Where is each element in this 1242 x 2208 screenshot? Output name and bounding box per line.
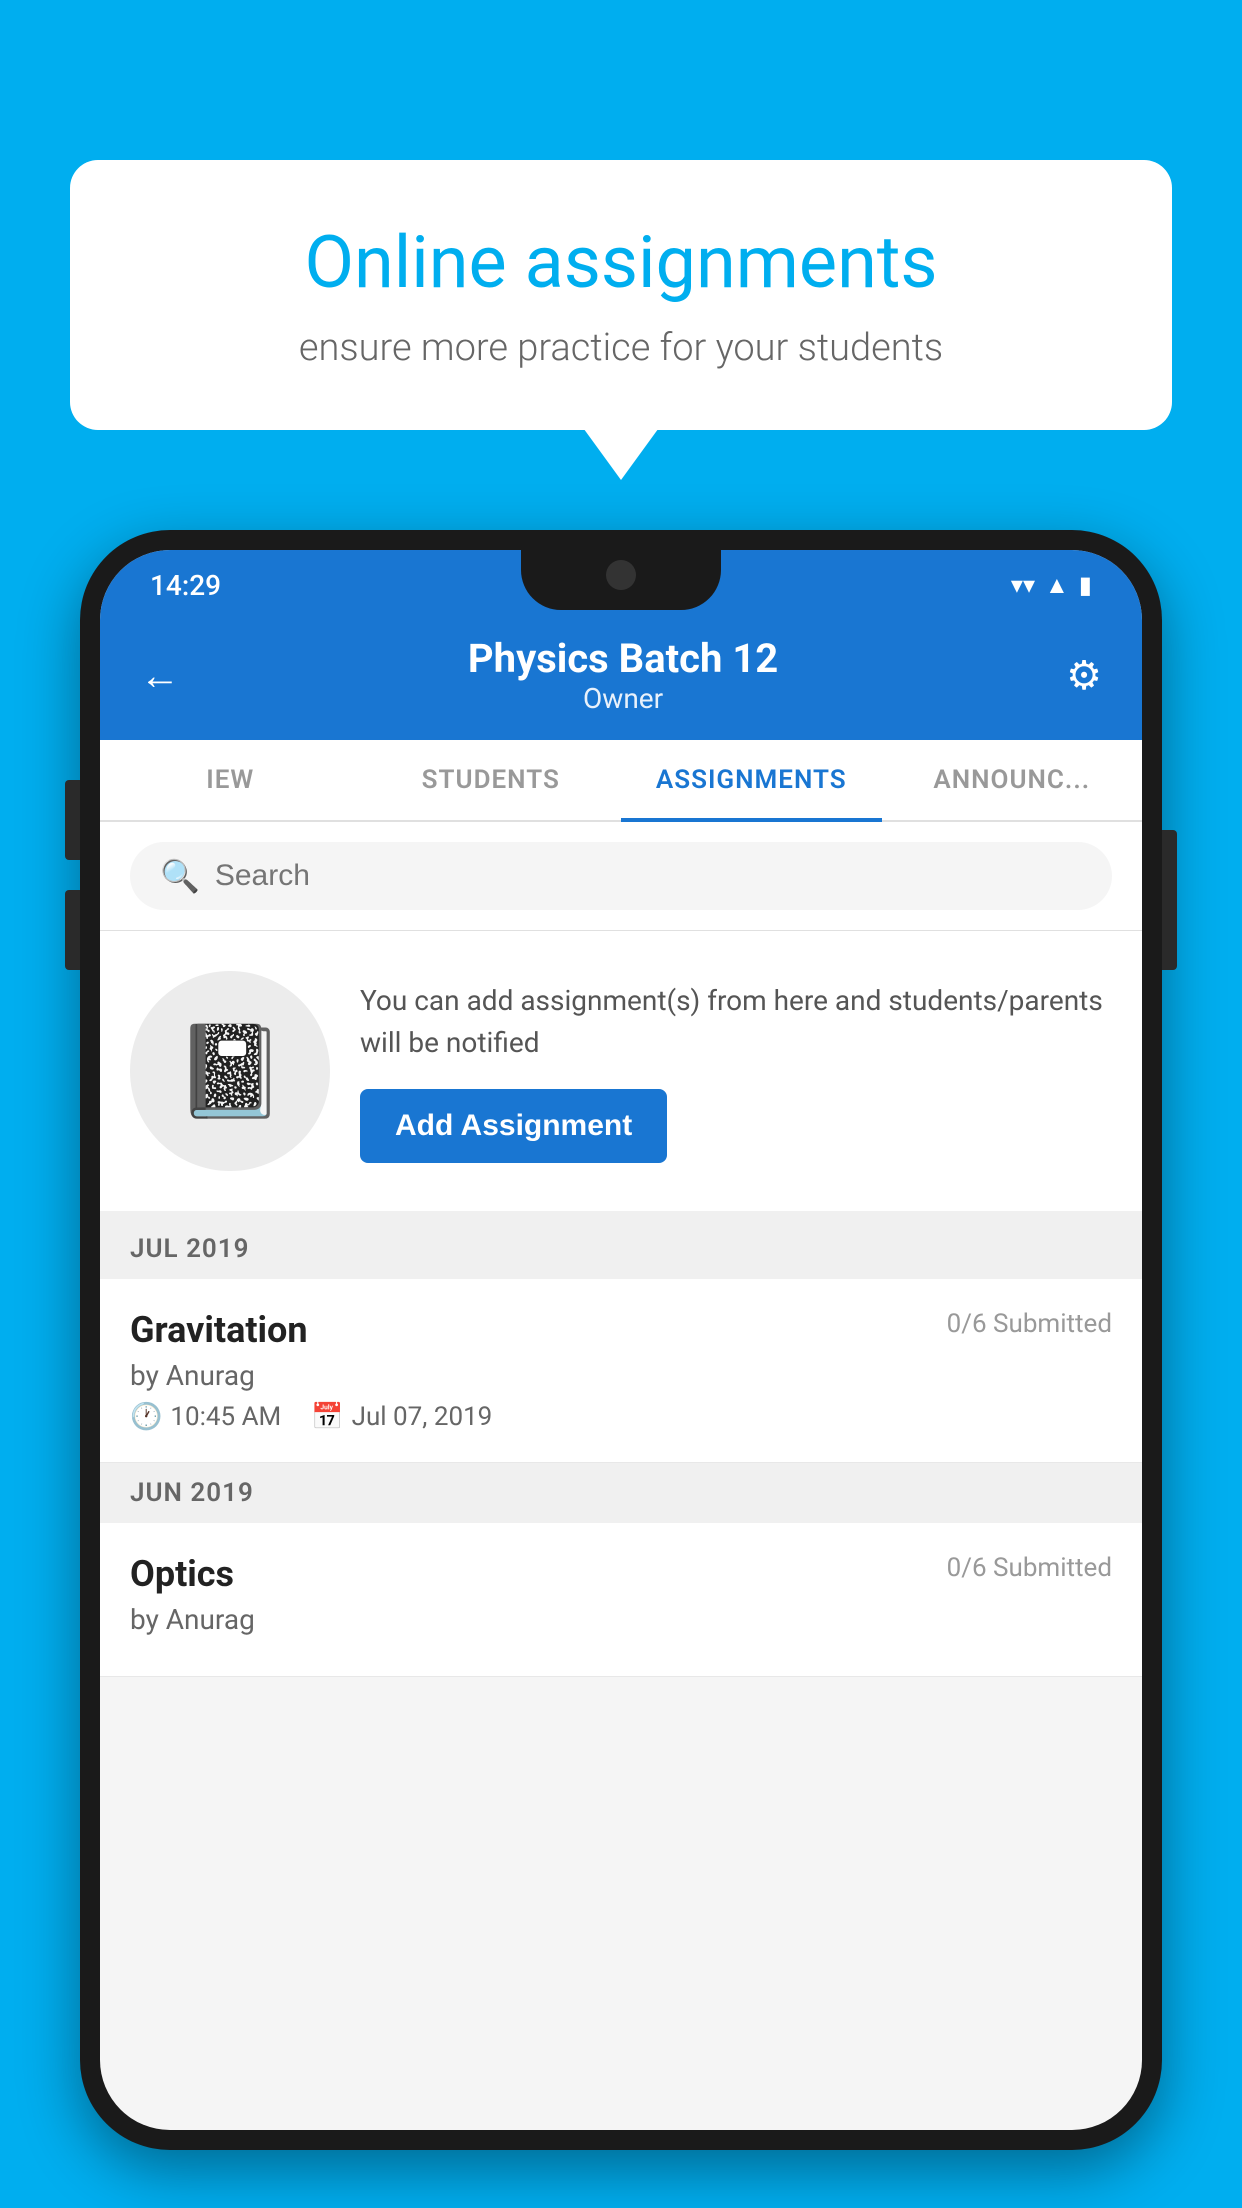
calendar-icon: 📅 xyxy=(311,1402,343,1432)
assignment-submitted-gravitation: 0/6 Submitted xyxy=(947,1309,1112,1339)
assignment-submitted-optics: 0/6 Submitted xyxy=(947,1553,1112,1583)
tab-students[interactable]: STUDENTS xyxy=(361,740,622,820)
search-input[interactable] xyxy=(215,859,1082,893)
promo-section: 📓 You can add assignment(s) from here an… xyxy=(100,931,1142,1219)
assignment-author-optics: by Anurag xyxy=(130,1603,1112,1636)
phone-camera xyxy=(606,560,636,590)
phone-outer: 14:29 ▾▾ ▲ ▮ ← Physics Batch 12 Owner ⚙ … xyxy=(80,530,1162,2150)
assignment-icon-circle: 📓 xyxy=(130,971,330,1171)
batch-title: Physics Batch 12 xyxy=(180,635,1066,682)
tabs-bar: IEW STUDENTS ASSIGNMENTS ANNOUNC... xyxy=(100,740,1142,822)
assignment-date-gravitation: 📅 Jul 07, 2019 xyxy=(311,1402,492,1432)
assignment-name-gravitation: Gravitation xyxy=(130,1309,308,1351)
speech-bubble-card: Online assignments ensure more practice … xyxy=(70,160,1172,430)
phone-screen: 14:29 ▾▾ ▲ ▮ ← Physics Batch 12 Owner ⚙ … xyxy=(100,550,1142,2130)
wifi-icon: ▾▾ xyxy=(1011,571,1035,599)
section-jul-2019: JUL 2019 xyxy=(100,1219,1142,1279)
speech-bubble-section: Online assignments ensure more practice … xyxy=(70,160,1172,430)
assignment-time-gravitation: 🕐 10:45 AM xyxy=(130,1402,281,1432)
volume-up-button xyxy=(65,780,80,860)
power-button xyxy=(1162,830,1177,970)
assignment-author-gravitation: by Anurag xyxy=(130,1359,1112,1392)
promo-description: You can add assignment(s) from here and … xyxy=(360,980,1112,1064)
assignment-name-optics: Optics xyxy=(130,1553,234,1595)
tab-assignments[interactable]: ASSIGNMENTS xyxy=(621,740,882,820)
assignment-meta-gravitation: 🕐 10:45 AM 📅 Jul 07, 2019 xyxy=(130,1402,1112,1432)
assignment-gravitation[interactable]: Gravitation 0/6 Submitted by Anurag 🕐 10… xyxy=(100,1279,1142,1463)
phone-frame: 14:29 ▾▾ ▲ ▮ ← Physics Batch 12 Owner ⚙ … xyxy=(80,530,1162,2208)
search-icon: 🔍 xyxy=(160,857,200,895)
header-center: Physics Batch 12 Owner xyxy=(180,635,1066,715)
batch-role: Owner xyxy=(180,682,1066,715)
volume-down-button xyxy=(65,890,80,970)
clock-icon: 🕐 xyxy=(130,1402,162,1432)
search-wrapper: 🔍 xyxy=(130,842,1112,910)
add-assignment-button[interactable]: Add Assignment xyxy=(360,1089,667,1163)
status-time: 14:29 xyxy=(150,569,221,602)
promo-content: You can add assignment(s) from here and … xyxy=(360,980,1112,1163)
status-icons: ▾▾ ▲ ▮ xyxy=(1011,571,1092,600)
tab-iew[interactable]: IEW xyxy=(100,740,361,820)
battery-icon: ▮ xyxy=(1079,571,1092,599)
tab-announcements[interactable]: ANNOUNC... xyxy=(882,740,1143,820)
assignment-optics[interactable]: Optics 0/6 Submitted by Anurag xyxy=(100,1523,1142,1677)
search-container: 🔍 xyxy=(100,822,1142,931)
settings-button[interactable]: ⚙ xyxy=(1066,652,1102,699)
section-jun-2019: JUN 2019 xyxy=(100,1463,1142,1523)
speech-bubble-subtitle: ensure more practice for your students xyxy=(140,326,1102,370)
app-header: ← Physics Batch 12 Owner ⚙ xyxy=(100,615,1142,740)
signal-icon: ▲ xyxy=(1045,571,1069,600)
back-button[interactable]: ← xyxy=(140,652,180,699)
speech-bubble-title: Online assignments xyxy=(140,220,1102,306)
notebook-icon: 📓 xyxy=(174,1019,286,1124)
